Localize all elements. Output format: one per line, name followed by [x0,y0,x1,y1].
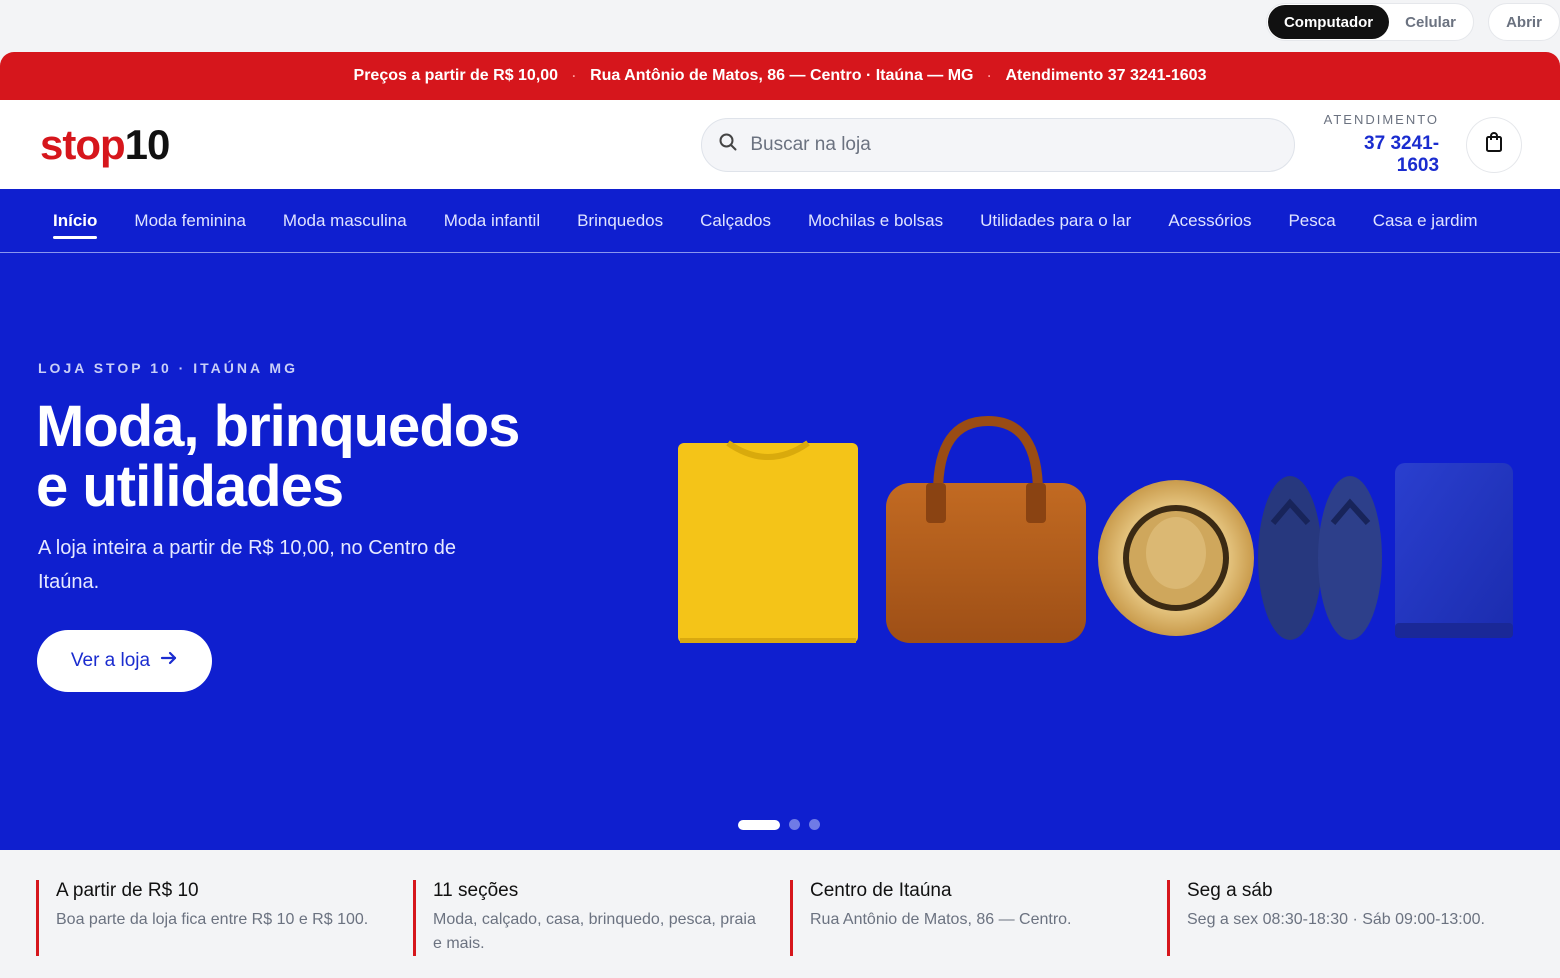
nav-item-casa-jardim[interactable]: Casa e jardim [1373,189,1478,252]
features-strip: A partir de R$ 10 Boa parte da loja fica… [0,850,1560,978]
contact-phone-link[interactable]: 37 3241-1603 [1322,133,1439,177]
nav-item-pesca[interactable]: Pesca [1288,189,1335,252]
see-store-button-label: Ver a loja [70,650,151,671]
nav-item-moda-feminina[interactable]: Moda feminina [134,189,246,252]
nav-item-calcados[interactable]: Calçados [700,189,771,252]
shopping-bag-icon [1484,131,1504,158]
feature-description: Rua Antônio de Matos, 86 — Centro. [810,911,1072,928]
nav-item-mochilas-bolsas[interactable]: Mochilas e bolsas [808,189,943,252]
hero-subtitle: A loja inteira a partir de R$ 10,00, no … [38,537,457,593]
device-mobile-button[interactable]: Celular [1389,5,1472,39]
announcement-bar: Preços a partir de R$ 10,00 · Rua Antôni… [0,52,1560,100]
announcement-price: Preços a partir de R$ 10,00 [353,67,559,84]
announcement-separator: · [572,69,577,83]
cart-button[interactable] [1466,116,1522,173]
hero-eyebrow: LOJA STOP 10 · ITAÚNA MG [38,360,298,376]
feature-title: Seg a sáb [1187,880,1273,901]
announcement-phone: Atendimento 37 3241-1603 [1005,67,1207,84]
leather-bag [886,415,1086,643]
contact-block: ATENDIMENTO 37 3241-1603 [1322,112,1439,177]
see-store-button[interactable]: Ver a loja [37,630,212,692]
hero-banner: LOJA STOP 10 · ITAÚNA MG Moda, brinquedo… [0,253,1560,850]
nav-item-moda-infantil[interactable]: Moda infantil [444,189,540,252]
open-button[interactable]: Abrir [1488,3,1560,41]
nav-item-utilidades-lar[interactable]: Utilidades para o lar [980,189,1131,252]
site-header: stop10 ATENDIMENTO 37 3241-1603 [0,100,1560,189]
feature-description: Boa parte da loja fica entre R$ 10 e R$ … [56,911,369,928]
carousel-dot-2[interactable] [789,819,800,830]
search-box[interactable] [701,117,1295,172]
search-input[interactable] [750,133,1251,156]
logo[interactable]: stop10 [40,120,171,168]
nav-item-acessorios[interactable]: Acessórios [1168,189,1251,252]
blue-towel [1395,463,1513,638]
yellow-tshirt [678,440,858,643]
logo-text-10: 10 [124,120,171,168]
main-nav: Início Moda feminina Moda masculina Moda… [0,189,1560,253]
feature-price: A partir de R$ 10 Boa parte da loja fica… [36,880,413,956]
hero-headline-line1: Moda, brinquedos [36,394,520,459]
contact-label: ATENDIMENTO [1323,112,1440,127]
logo-text-stop: stop [40,120,126,168]
flip-flops [1258,476,1382,640]
feature-location: Centro de Itaúna Rua Antônio de Matos, 8… [790,880,1167,956]
carousel-dots [738,819,820,830]
nav-item-inicio[interactable]: Início [53,189,98,252]
feature-description: Moda, calçado, casa, brinquedo, pesca, p… [433,911,756,952]
feature-sections: 11 seções Moda, calçado, casa, brinquedo… [413,880,790,956]
arrow-right-icon [160,650,178,672]
announcement-separator: · [987,69,992,83]
carousel-dot-3[interactable] [809,819,820,830]
nav-item-brinquedos[interactable]: Brinquedos [577,189,663,252]
feature-title: 11 seções [433,880,519,901]
hero-headline-line2: e utilidades [36,454,344,519]
feature-title: A partir de R$ 10 [56,880,199,901]
nav-item-moda-masculina[interactable]: Moda masculina [283,189,407,252]
hero-headline: Moda, brinquedos e utilidades [36,397,596,517]
carousel-dot-1[interactable] [738,819,780,830]
device-toggle: Computador Celular [1265,3,1474,41]
feature-hours: Seg a sáb Seg a sex 08:30-18:30 · Sáb 09… [1167,880,1544,956]
feature-description: Seg a sex 08:30-18:30 · Sáb 09:00-13:00. [1187,911,1485,928]
straw-hat [1098,480,1254,636]
hero-product-image [678,415,1513,643]
announcement-address: Rua Antônio de Matos, 86 — Centro · Itaú… [590,67,974,84]
device-desktop-button[interactable]: Computador [1267,5,1390,39]
device-bar: Computador Celular Abrir [0,0,1560,52]
search-icon [718,132,738,157]
feature-title: Centro de Itaúna [810,880,952,901]
